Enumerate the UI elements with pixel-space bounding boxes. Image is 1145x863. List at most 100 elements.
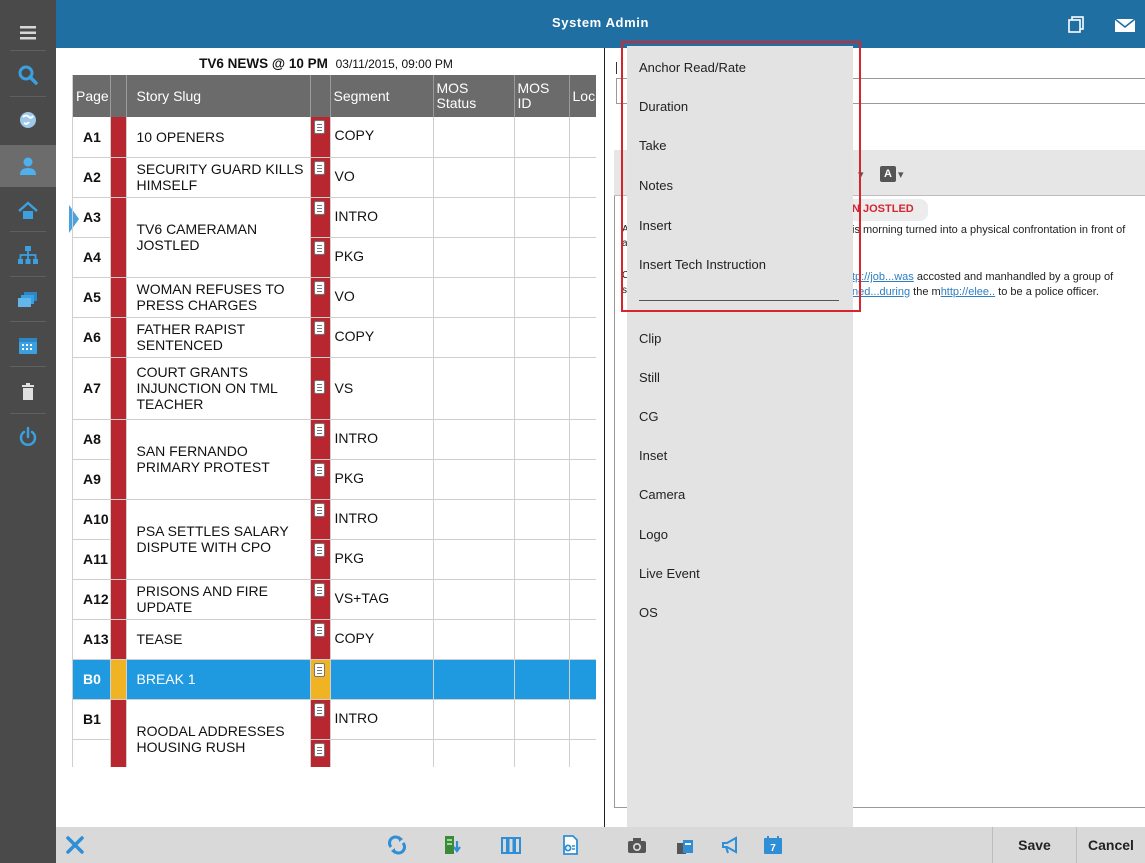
loc-cell [569, 659, 596, 700]
script-doc-icon[interactable] [310, 739, 331, 767]
table-row[interactable]: A8 SAN FERNANDO PRIMARY PROTEST INTRO [73, 419, 596, 500]
menu-icon[interactable] [0, 14, 56, 52]
app-title: System Admin [551, 15, 650, 30]
save-button[interactable]: Save [992, 827, 1076, 863]
script-doc-icon[interactable] [310, 619, 331, 660]
mos-id-cell [514, 197, 570, 238]
export-icon[interactable] [442, 835, 464, 855]
menu-item-live-event[interactable]: Live Event [639, 566, 700, 581]
columns-icon[interactable] [500, 835, 522, 855]
mos-id-cell [514, 157, 570, 198]
status-flag [110, 659, 127, 700]
col-loc[interactable]: Loc [569, 75, 596, 117]
page-cell: A9 [73, 459, 111, 500]
show-datetime: 03/11/2015, 09:00 PM [335, 57, 453, 71]
mos-id-cell [514, 459, 570, 500]
page-cell: A10 [73, 499, 111, 540]
table-row[interactable]: A6 FATHER RAPIST SENTENCED COPY [73, 317, 596, 358]
menu-item-inset[interactable]: Inset [639, 448, 667, 463]
story-slug: 10 OPENERS [126, 117, 311, 158]
status-flag [110, 117, 127, 158]
status-flag [110, 579, 127, 620]
close-icon[interactable] [64, 835, 86, 855]
status-flag [110, 197, 127, 278]
menu-item-still[interactable]: Still [639, 370, 660, 385]
story-link[interactable]: http://elee.. [941, 286, 995, 298]
script-doc-icon[interactable] [310, 459, 331, 500]
loc-cell [569, 117, 596, 158]
table-row[interactable]: A7 COURT GRANTS INJUNCTION ON TML TEACHE… [73, 357, 596, 420]
story-slug: TEASE [126, 619, 311, 660]
table-row[interactable]: A2 SECURITY GUARD KILLS HIMSELF VO [73, 157, 596, 198]
segment-cell [330, 659, 434, 700]
window-copy-icon[interactable] [1067, 16, 1087, 34]
chevron-down-icon[interactable]: ▾ [898, 168, 904, 181]
table-row[interactable]: A1 10 OPENERS COPY [73, 117, 596, 158]
media-files-icon[interactable] [674, 835, 696, 855]
page-cell: A4 [73, 237, 111, 278]
menu-item-camera[interactable]: Camera [639, 487, 685, 502]
col-page[interactable]: Page [73, 75, 111, 117]
script-doc-icon[interactable] [310, 539, 331, 580]
announce-icon[interactable] [720, 835, 742, 855]
font-color-icon[interactable]: A [880, 166, 896, 182]
cancel-button[interactable]: Cancel [1076, 827, 1145, 863]
add-document-icon[interactable] [559, 835, 581, 855]
page-cell: A6 [73, 317, 111, 358]
script-doc-icon[interactable] [310, 579, 331, 620]
script-doc-icon[interactable] [310, 419, 331, 460]
script-doc-icon[interactable] [310, 157, 331, 198]
col-mos-status[interactable]: MOS Status [433, 75, 515, 117]
mos-status-cell [433, 739, 515, 767]
mos-id-cell [514, 277, 570, 318]
segment-cell: COPY [330, 317, 434, 358]
user-icon[interactable] [0, 145, 56, 187]
script-doc-icon[interactable] [310, 699, 331, 740]
calendar-icon[interactable]: 7 [762, 835, 784, 855]
calendar-icon[interactable] [0, 326, 56, 364]
menu-item-logo[interactable]: Logo [639, 527, 668, 542]
mail-icon[interactable] [1114, 16, 1136, 34]
col-doc [310, 75, 331, 117]
globe-icon[interactable] [0, 101, 56, 139]
script-doc-icon[interactable] [310, 277, 331, 318]
editor-footer: 7 Save Cancel [604, 827, 1145, 863]
col-mos-id[interactable]: MOS ID [514, 75, 570, 117]
camera-icon[interactable] [626, 835, 648, 855]
table-row-selected[interactable]: B0 BREAK 1 [73, 659, 596, 700]
status-flag [110, 419, 127, 500]
sidebar-divider [10, 366, 46, 367]
table-row[interactable]: A10 PSA SETTLES SALARY DISPUTE WITH CPO … [73, 499, 596, 580]
table-row[interactable]: A3 TV6 CAMERAMAN JOSTLED INTRO [73, 197, 596, 278]
trash-icon[interactable] [0, 373, 56, 411]
menu-item-cg[interactable]: CG [639, 409, 659, 424]
story-link[interactable]: tp://job...was [852, 271, 914, 283]
home-icon[interactable] [0, 192, 56, 230]
table-row[interactable]: A13 TEASE COPY [73, 619, 596, 660]
mos-status-cell [433, 659, 515, 700]
script-doc-icon[interactable] [310, 317, 331, 358]
segment-cell: COPY [330, 117, 434, 158]
page-cell: A11 [73, 539, 111, 580]
script-doc-icon[interactable] [310, 499, 331, 540]
mos-status-cell [433, 317, 515, 358]
table-row[interactable]: A12 PRISONS AND FIRE UPDATE VS+TAG [73, 579, 596, 620]
menu-item-clip[interactable]: Clip [639, 331, 661, 346]
network-icon[interactable] [0, 236, 56, 274]
table-row[interactable]: B1 ROODAL ADDRESSES HOUSING RUSH INTRO [73, 699, 596, 767]
refresh-icon[interactable] [386, 835, 408, 855]
script-doc-icon[interactable] [310, 117, 331, 158]
stack-icon[interactable] [0, 281, 56, 319]
script-doc-icon[interactable] [310, 237, 331, 278]
script-doc-icon[interactable] [310, 357, 331, 420]
mos-id-cell [514, 579, 570, 620]
script-doc-icon[interactable] [310, 659, 331, 700]
segment-cell: INTRO [330, 499, 434, 540]
power-icon[interactable] [0, 418, 56, 456]
menu-item-os[interactable]: OS [639, 605, 658, 620]
script-doc-icon[interactable] [310, 197, 331, 238]
search-icon[interactable] [0, 56, 56, 94]
table-row[interactable]: A5 WOMAN REFUSES TO PRESS CHARGES VO [73, 277, 596, 318]
col-story-slug[interactable]: Story Slug [126, 75, 311, 117]
col-segment[interactable]: Segment [330, 75, 434, 117]
